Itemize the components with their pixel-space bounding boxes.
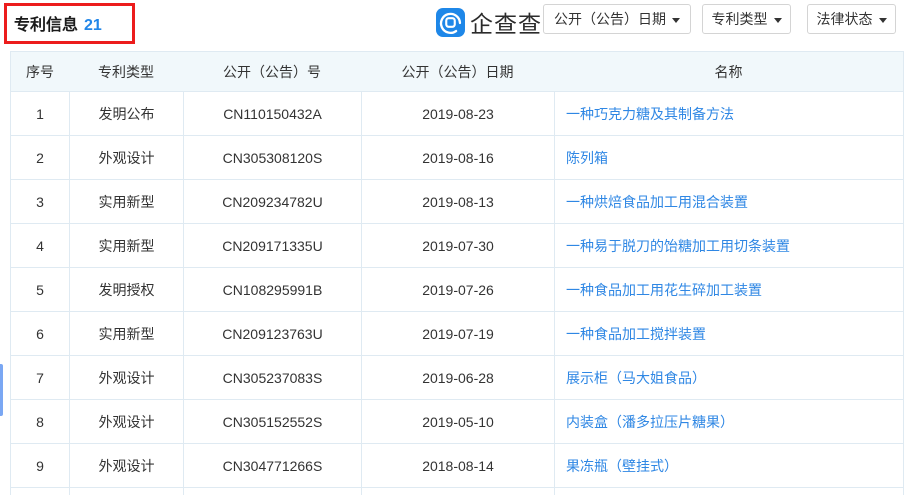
- cell-patent-type: 实用新型: [69, 312, 183, 356]
- patent-name-link[interactable]: 一种食品加工搅拌装置: [566, 326, 706, 342]
- cell-publication-number: CN110150432A: [183, 92, 361, 136]
- cell-seq: 1: [11, 92, 69, 136]
- patent-name-link[interactable]: 果冻瓶（壁挂式）: [566, 458, 678, 474]
- chevron-down-icon: [879, 18, 887, 23]
- column-header-name: 名称: [554, 52, 903, 92]
- table-row: 4 实用新型 CN209171335U 2019-07-30 一种易于脱刀的饴糖…: [11, 224, 903, 268]
- cell-publication-number: CN209234782U: [183, 180, 361, 224]
- cell-name: 一种食品加工用花生碎加工装置: [554, 268, 903, 312]
- column-header-publication-date: 公开（公告）日期: [361, 52, 554, 92]
- patent-name-link[interactable]: 内装盒（潘多拉压片糖果）: [566, 414, 734, 430]
- cell-seq: 3: [11, 180, 69, 224]
- cell-publication-number: CN108295991B: [183, 268, 361, 312]
- cell-patent-type: 发明公布: [69, 92, 183, 136]
- qichacha-logo-text: 企查查: [470, 5, 542, 39]
- patent-name-link[interactable]: 一种烘焙食品加工用混合装置: [566, 194, 748, 210]
- cell-publication-date: 2018-08-14: [361, 444, 554, 488]
- cell-seq: 5: [11, 268, 69, 312]
- cell-name: 一种易于脱刀的饴糖加工用切条装置: [554, 224, 903, 268]
- table-row: 6 实用新型 CN209123763U 2019-07-19 一种食品加工搅拌装…: [11, 312, 903, 356]
- cell-name: 陈列箱: [554, 136, 903, 180]
- chevron-down-icon: [672, 18, 680, 23]
- cell-publication-number: CN209171335U: [183, 224, 361, 268]
- patent-name-link[interactable]: 一种食品加工用花生碎加工装置: [566, 282, 762, 298]
- table-header-row: 序号 专利类型 公开（公告）号 公开（公告）日期 名称: [11, 52, 903, 92]
- page-title: 专利信息: [14, 17, 78, 34]
- chevron-down-icon: [774, 18, 782, 23]
- cell-publication-number: CN305308120S: [183, 136, 361, 180]
- qichacha-logo[interactable]: 企查查: [436, 5, 542, 39]
- cell-patent-type: 外观设计: [69, 136, 183, 180]
- patent-name-link[interactable]: 一种巧克力糖及其制备方法: [566, 106, 734, 122]
- cell-publication-date: 2019-07-30: [361, 224, 554, 268]
- column-header-publication-number: 公开（公告）号: [183, 52, 361, 92]
- table-row: 8 外观设计 CN305152552S 2019-05-10 内装盒（潘多拉压片…: [11, 400, 903, 444]
- cell-publication-number: CN304771266S: [183, 444, 361, 488]
- cell-name: 一种巧克力糖及其制备方法: [554, 92, 903, 136]
- cell-patent-type: 外观设计: [69, 400, 183, 444]
- cell-publication-number: CN209123763U: [183, 312, 361, 356]
- cell-publication-date: 2019-05-10: [361, 400, 554, 444]
- filter-legal-status-dropdown[interactable]: 法律状态: [807, 4, 896, 34]
- filter-legal-status-label: 法律状态: [817, 9, 873, 29]
- qichacha-logo-icon: [436, 8, 465, 37]
- cell-patent-type: 实用新型: [69, 224, 183, 268]
- cell-patent-type: 外观设计: [69, 356, 183, 400]
- side-widget-sliver[interactable]: [0, 364, 3, 416]
- cell-seq: 7: [11, 356, 69, 400]
- table-row-partial: [11, 488, 903, 495]
- cell-name: 内装盒（潘多拉压片糖果）: [554, 400, 903, 444]
- cell-publication-date: 2019-08-16: [361, 136, 554, 180]
- cell-publication-date: 2019-07-26: [361, 268, 554, 312]
- patent-name-link[interactable]: 展示柜（马大姐食品）: [566, 370, 706, 386]
- cell-publication-date: 2019-06-28: [361, 356, 554, 400]
- cell-seq: 8: [11, 400, 69, 444]
- table-row: 3 实用新型 CN209234782U 2019-08-13 一种烘焙食品加工用…: [11, 180, 903, 224]
- annotation-highlight-box: 专利信息 21: [4, 3, 135, 44]
- cell-publication-date: 2019-08-13: [361, 180, 554, 224]
- cell-publication-date: 2019-07-19: [361, 312, 554, 356]
- filter-patent-type-label: 专利类型: [712, 9, 768, 29]
- cell-name: 一种食品加工搅拌装置: [554, 312, 903, 356]
- cell-seq: 9: [11, 444, 69, 488]
- table-row: 2 外观设计 CN305308120S 2019-08-16 陈列箱: [11, 136, 903, 180]
- column-header-seq: 序号: [11, 52, 69, 92]
- cell-patent-type: 外观设计: [69, 444, 183, 488]
- cell-name: 展示柜（马大姐食品）: [554, 356, 903, 400]
- cell-seq: 6: [11, 312, 69, 356]
- cell-publication-number: CN305237083S: [183, 356, 361, 400]
- patent-table: 序号 专利类型 公开（公告）号 公开（公告）日期 名称 1 发明公布 CN110…: [10, 51, 904, 495]
- cell-seq: 2: [11, 136, 69, 180]
- patent-count-badge: 21: [84, 17, 102, 34]
- table-row: 7 外观设计 CN305237083S 2019-06-28 展示柜（马大姐食品…: [11, 356, 903, 400]
- cell-patent-type: 发明授权: [69, 268, 183, 312]
- cell-name: 果冻瓶（壁挂式）: [554, 444, 903, 488]
- cell-name: 一种烘焙食品加工用混合装置: [554, 180, 903, 224]
- column-header-patent-type: 专利类型: [69, 52, 183, 92]
- cell-seq: 4: [11, 224, 69, 268]
- filter-publication-date-label: 公开（公告）日期: [554, 9, 666, 29]
- cell-publication-number: CN305152552S: [183, 400, 361, 444]
- patent-name-link[interactable]: 一种易于脱刀的饴糖加工用切条装置: [566, 238, 790, 254]
- table-row: 5 发明授权 CN108295991B 2019-07-26 一种食品加工用花生…: [11, 268, 903, 312]
- filter-publication-date-dropdown[interactable]: 公开（公告）日期: [543, 4, 691, 34]
- table-row: 1 发明公布 CN110150432A 2019-08-23 一种巧克力糖及其制…: [11, 92, 903, 136]
- patent-name-link[interactable]: 陈列箱: [566, 150, 608, 166]
- cell-publication-date: 2019-08-23: [361, 92, 554, 136]
- cell-patent-type: 实用新型: [69, 180, 183, 224]
- filter-patent-type-dropdown[interactable]: 专利类型: [702, 4, 791, 34]
- table-row: 9 外观设计 CN304771266S 2018-08-14 果冻瓶（壁挂式）: [11, 444, 903, 488]
